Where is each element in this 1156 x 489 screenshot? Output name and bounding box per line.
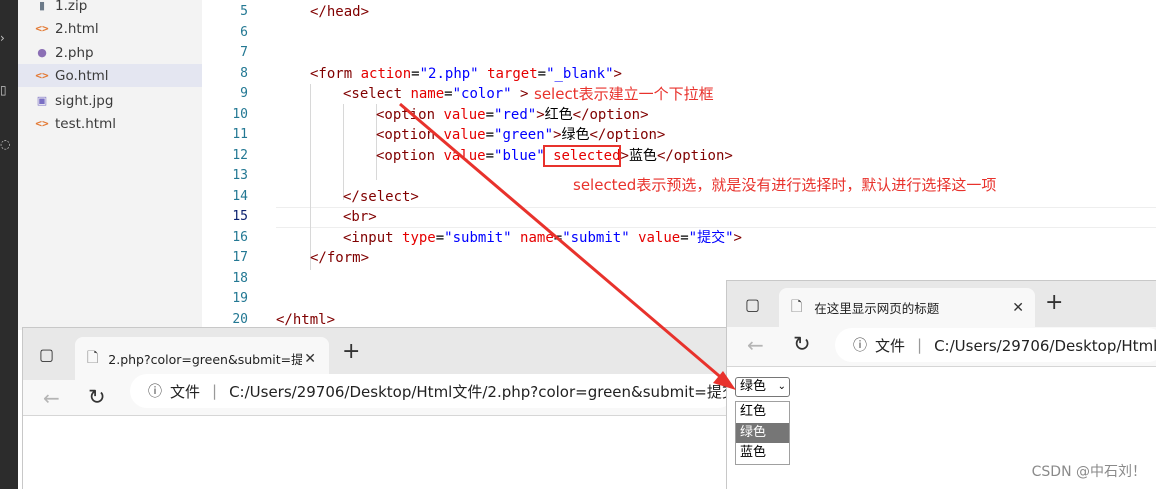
arrow-shaft [399, 102, 725, 382]
screenshot-root: › ▯ ◌ ▮ 1.zip <> 2.html ● 2.php <> Go.ht… [0, 0, 1156, 489]
watermark: CSDN @中石刘！ [1031, 464, 1146, 480]
annotation-arrow [399, 102, 736, 390]
